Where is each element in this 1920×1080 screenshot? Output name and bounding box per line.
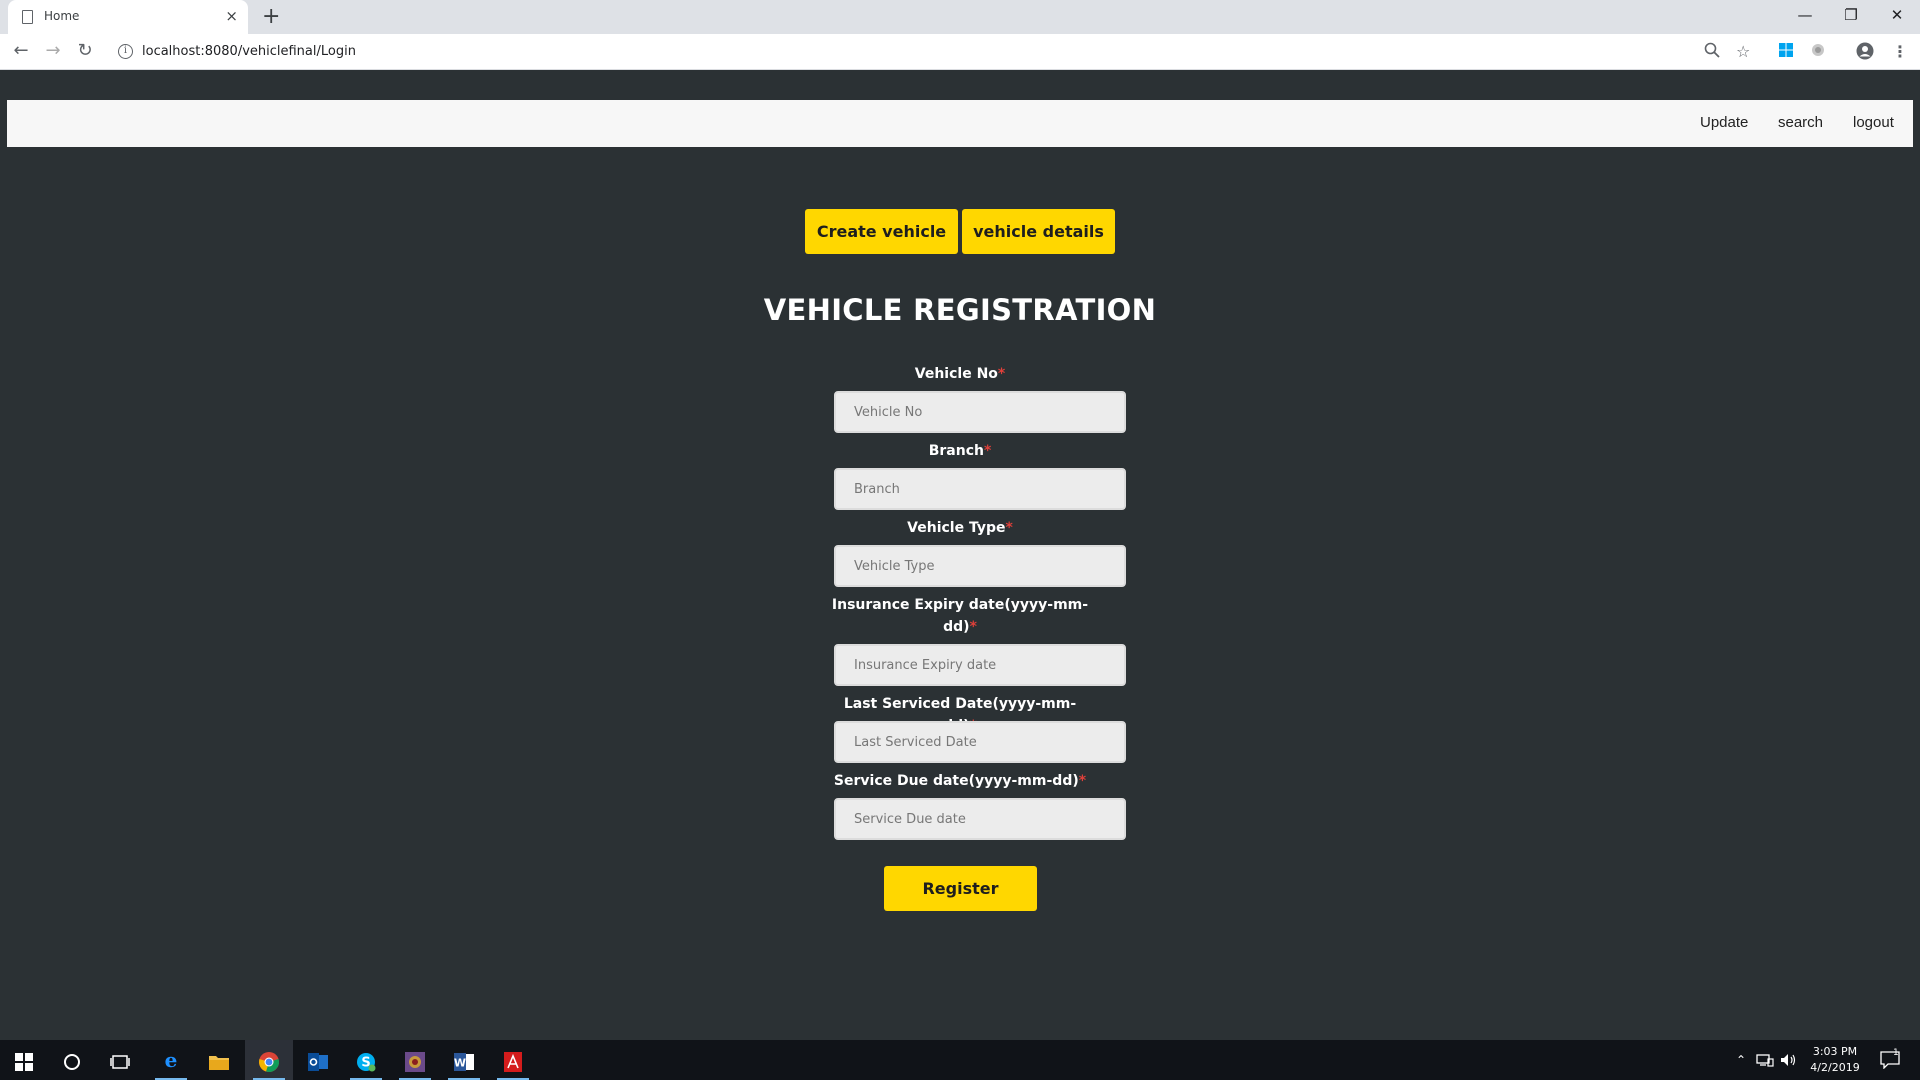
edge-icon[interactable]: e [147,1040,195,1080]
branch-label: Branch* [928,443,992,459]
new-tab-button[interactable]: + [262,4,280,30]
vehicle-details-button[interactable]: vehicle details [962,209,1115,254]
vehicle-no-input[interactable] [834,391,1126,433]
word-icon[interactable]: W [440,1040,488,1080]
page-title: VEHICLE REGISTRATION [763,293,1157,327]
svg-text:W: W [454,1056,466,1069]
app-icon[interactable] [391,1040,439,1080]
url-text[interactable]: localhost:8080/vehiclefinal/Login [142,44,356,59]
back-button[interactable]: ← [10,40,32,62]
star-icon[interactable]: ☆ [1736,42,1750,62]
windows-start-icon[interactable] [0,1040,48,1080]
required-marker: * [997,366,1006,382]
create-vehicle-button[interactable]: Create vehicle [805,209,958,254]
notification-count: 1 [1893,1048,1899,1058]
acrobat-icon[interactable] [489,1040,537,1080]
forward-button[interactable]: → [42,40,64,62]
vehicle-no-label: Vehicle No* [914,366,1006,382]
skype-icon[interactable]: S [342,1040,390,1080]
service-due-input[interactable] [834,798,1126,840]
required-marker: * [1005,520,1013,536]
nav-link-search[interactable]: search [1778,114,1823,131]
menu-icon[interactable]: ⋮ [1892,42,1908,62]
clock-time: 3:03 PM [1812,1045,1858,1058]
extension-icon[interactable] [1810,42,1826,63]
service-due-label: Service Due date(yyyy-mm-dd)* [833,773,1087,789]
outlook-icon[interactable] [294,1040,342,1080]
vehicle-type-input[interactable] [834,545,1126,587]
vehicle-type-label: Vehicle Type* [907,520,1013,536]
show-hidden-icons[interactable]: ⌃ [1736,1040,1746,1080]
nav-link-update[interactable]: Update [1700,114,1748,131]
browser-toolbar: ← → ↻ i localhost:8080/vehiclefinal/Logi… [0,34,1920,70]
address-bar[interactable]: i localhost:8080/vehiclefinal/Login [110,38,1770,66]
restore-button[interactable]: ❐ [1828,4,1874,26]
tab-title: Home [44,9,80,23]
last-serviced-input[interactable] [834,721,1126,763]
profile-icon[interactable] [1856,42,1874,65]
search-circle-icon[interactable] [48,1040,96,1080]
network-icon[interactable] [1756,1040,1774,1080]
minimize-button[interactable]: — [1782,4,1828,26]
insurance-expiry-input[interactable] [834,644,1126,686]
file-explorer-icon[interactable] [195,1040,243,1080]
clock-date: 4/2/2019 [1810,1061,1860,1074]
close-window-button[interactable]: ✕ [1874,4,1920,26]
insurance-expiry-label: Insurance Expiry date(yyyy-mm- dd)* [831,597,1089,635]
page-content: Update search logout Create vehicle vehi… [0,71,1920,1040]
required-marker: * [983,443,992,459]
branch-input[interactable] [834,468,1126,510]
taskbar: e S W ⌃ 3:03 PM 4/2/2019 1 [0,1040,1920,1080]
volume-icon[interactable] [1780,1040,1798,1080]
info-icon[interactable]: i [118,44,133,59]
chrome-icon[interactable] [245,1040,293,1080]
register-button[interactable]: Register [884,866,1037,911]
task-view-icon[interactable] [96,1040,144,1080]
browser-tab[interactable]: Home × [8,0,248,34]
windows-extension-icon[interactable] [1778,42,1794,63]
zoom-icon[interactable] [1704,42,1720,63]
required-marker: * [969,619,977,635]
tab-close-icon[interactable]: × [225,7,238,25]
top-navbar: Update search logout [7,100,1913,147]
reload-button[interactable]: ↻ [74,40,96,62]
nav-link-logout[interactable]: logout [1853,114,1894,131]
system-clock[interactable]: 3:03 PM 4/2/2019 [1800,1044,1870,1076]
page-icon [22,10,33,24]
required-marker: * [1078,773,1087,789]
browser-tabstrip: Home × + — ❐ ✕ [0,0,1920,34]
